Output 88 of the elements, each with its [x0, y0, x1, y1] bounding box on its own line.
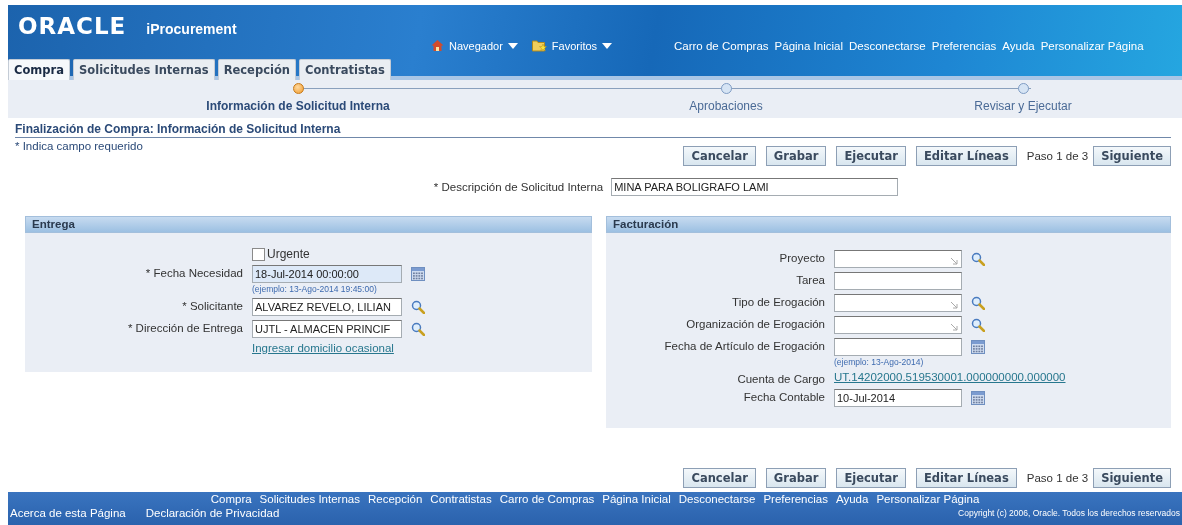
footer-link[interactable]: Desconectarse — [678, 493, 756, 505]
footer-link[interactable]: Recepción — [368, 493, 423, 505]
search-icon[interactable] — [411, 322, 425, 336]
footer-link[interactable]: Declaración de Privacidad — [145, 507, 280, 519]
next-button[interactable]: Siguiente — [1093, 146, 1171, 166]
oracle-logo: ORACLE — [18, 13, 127, 39]
footer-link[interactable]: Compra — [210, 493, 252, 505]
caret-icon — [602, 42, 613, 49]
page-title: Finalización de Compra: Información de Solicitud Interna — [15, 122, 1171, 138]
action-button[interactable]: Editar Líneas — [915, 468, 1017, 488]
field-label: * Descripción de Solicitud Interna — [433, 181, 604, 193]
step-label[interactable]: Información de Solicitud Interna — [206, 99, 390, 113]
step-indicator: Paso 1 de 3 — [1026, 150, 1089, 162]
occasional-address-link[interactable]: Ingresar domicilio ocasional — [252, 342, 425, 354]
field-label: Fecha Contable — [742, 390, 825, 403]
checkbox[interactable] — [252, 247, 265, 261]
description-field[interactable]: MINA PARA BOLIGRAFO LAMI — [611, 178, 899, 196]
footer-link[interactable]: Ayuda — [835, 493, 869, 505]
action-button[interactable]: Grabar — [765, 468, 827, 488]
folder-star-icon — [531, 39, 547, 52]
app-name: iProcurement — [146, 21, 237, 37]
tab[interactable]: Compra — [8, 59, 70, 80]
global-link[interactable]: Personalizar Página — [1040, 40, 1144, 52]
resize-arrow-icon — [951, 324, 958, 331]
action-button[interactable]: Ejecutar — [836, 146, 906, 166]
field-label: Fecha de Artículo de Erogación — [663, 339, 825, 352]
caret-icon — [507, 42, 518, 49]
input-field[interactable]: ALVAREZ REVELO, LILIAN — [252, 298, 402, 316]
action-button[interactable]: Cancelar — [683, 146, 756, 166]
global-link[interactable]: Ayuda — [1002, 40, 1035, 52]
section-header: Facturación — [606, 216, 1171, 233]
resize-arrow-icon — [951, 258, 958, 265]
field-label: Tipo de Erogación — [731, 295, 825, 308]
checkbox-label: Urgente — [267, 247, 310, 261]
resize-arrow-icon — [951, 302, 958, 309]
account-link[interactable]: UT.14202000.519530001.000000000.000000 — [834, 371, 1066, 383]
next-button[interactable]: Siguiente — [1093, 468, 1171, 488]
field-label: Organización de Erogación — [685, 317, 825, 330]
house-icon — [431, 39, 444, 52]
footer-link[interactable]: Preferencias — [763, 493, 828, 505]
field-label: * Fecha Necesidad — [144, 266, 243, 279]
lov-field[interactable] — [834, 250, 962, 268]
field-label: * Solicitante — [181, 299, 243, 312]
global-link[interactable]: Desconectarse — [849, 40, 926, 52]
field-hint: (ejemplo: 13-Ago-2014) — [834, 357, 925, 367]
footer-link[interactable]: Solicitudes Internas — [259, 493, 360, 505]
action-button[interactable]: Ejecutar — [836, 468, 906, 488]
input-field[interactable]: 18-Jul-2014 00:00:00 — [252, 265, 402, 283]
footer-link[interactable]: Acerca de esta Página — [10, 507, 126, 519]
search-icon[interactable] — [971, 296, 985, 310]
step-indicator: Paso 1 de 3 — [1026, 472, 1089, 484]
copyright: Copyright (c) 2006, Oracle. Todos los derechos reservados — [958, 508, 1181, 518]
tab[interactable]: Solicitudes Internas — [73, 59, 215, 80]
global-link[interactable]: Carro de Compras — [674, 40, 769, 52]
footer-link[interactable]: Contratistas — [430, 493, 492, 505]
section-header: Entrega — [25, 216, 592, 233]
calendar-icon[interactable] — [971, 391, 985, 405]
search-icon[interactable] — [971, 318, 985, 332]
footer-link[interactable]: Página Inicial — [602, 493, 671, 505]
tab[interactable]: Recepción — [217, 59, 296, 80]
input-field[interactable]: UJTL - ALMACEN PRINCIF — [252, 320, 402, 338]
calendar-icon[interactable] — [971, 340, 985, 354]
footer-link[interactable]: Carro de Compras — [499, 493, 595, 505]
search-icon[interactable] — [411, 300, 425, 314]
input-field[interactable] — [834, 338, 962, 356]
nav-menu[interactable]: Navegador — [431, 39, 518, 52]
search-icon[interactable] — [971, 252, 985, 266]
global-link[interactable]: Preferencias — [931, 40, 997, 52]
lov-field[interactable] — [834, 294, 962, 312]
step-label[interactable]: Revisar y Ejecutar — [974, 99, 1072, 113]
step-label[interactable]: Aprobaciones — [689, 99, 763, 113]
action-button[interactable]: Cancelar — [683, 468, 756, 488]
field-label: Proyecto — [778, 251, 825, 264]
nav-menu[interactable]: Favoritos — [531, 39, 613, 52]
lov-field[interactable] — [834, 316, 962, 334]
tab[interactable]: Contratistas — [299, 59, 391, 80]
field-label: Tarea — [795, 273, 825, 286]
action-button[interactable]: Grabar — [765, 146, 827, 166]
action-button[interactable]: Editar Líneas — [915, 146, 1017, 166]
input-field[interactable] — [834, 272, 962, 290]
field-hint: (ejemplo: 13-Ago-2014 19:45:00) — [252, 284, 378, 294]
field-label: Cuenta de Cargo — [736, 372, 825, 385]
global-link[interactable]: Página Inicial — [774, 40, 843, 52]
input-field[interactable]: 10-Jul-2014 — [834, 389, 962, 407]
footer-link[interactable]: Personalizar Página — [876, 493, 980, 505]
required-note: * Indica campo requerido — [15, 140, 143, 152]
calendar-icon[interactable] — [411, 267, 425, 281]
field-label: * Dirección de Entrega — [126, 321, 243, 334]
